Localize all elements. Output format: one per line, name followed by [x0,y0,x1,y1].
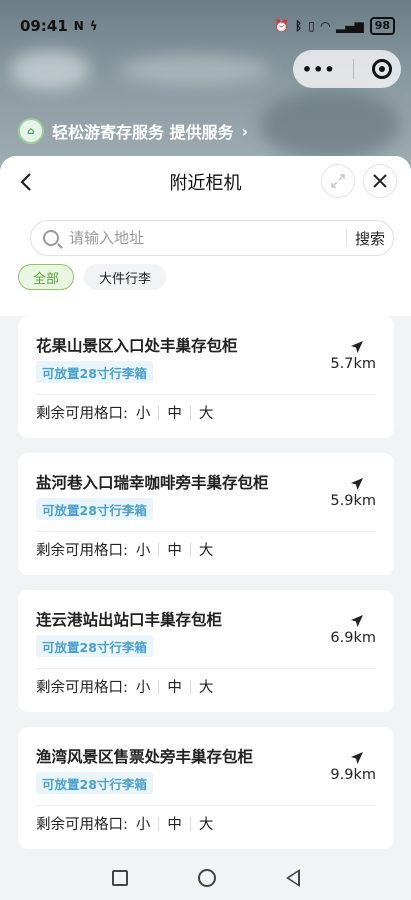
more-icon[interactable]: ••• [302,60,336,79]
miniprogram-capsule: ••• [293,50,401,88]
promo-text: 轻松游寄存服务 提供服务 [52,123,234,142]
exit-miniprogram-icon[interactable] [372,59,393,79]
home-icon[interactable] [197,869,216,887]
slots-label: 剩余可用格口: [36,406,128,422]
service-logo-icon: ⌂ [18,118,44,144]
close-icon [373,174,387,188]
chevron-right-icon: › [241,121,249,141]
filter-large-luggage[interactable]: 大件行李 [84,264,167,290]
signal-icon: ▂▄▆ [336,19,364,33]
divider [36,668,376,669]
slot-small: 小 [135,680,151,696]
search-input[interactable] [69,229,338,247]
navigation-arrow-icon [351,752,363,764]
slot-medium: 中 [167,680,182,696]
capacity-tag: 可放置28寸行李箱 [36,498,153,520]
capacity-tag: 可放置28寸行李箱 [36,361,153,383]
distance: 6.9km [330,630,376,646]
capacity-tag: 可放置28寸行李箱 [36,772,153,794]
slot-large: 大 [198,406,214,422]
back-triangle-icon[interactable] [285,869,300,887]
search-divider [345,229,347,247]
locker-name: 盐河巷入口瑞幸咖啡旁丰巢存包柜 [36,474,269,492]
system-nav-bar [0,856,411,900]
search-icon [43,230,59,246]
available-slots: 剩余可用格口: 小 中 大 [36,813,221,834]
page-title: 附近柜机 [169,173,242,194]
navigation-arrow-icon [351,615,363,627]
status-time: 09:41 [20,17,68,35]
filter-chips: 全部 大件行李 [18,264,167,290]
distance: 5.7km [330,356,376,372]
slots-label: 剩余可用格口: [36,543,128,559]
nearby-lockers-sheet: 附近柜机 搜索 全部 大件行李 花果山景区入口处丰巢存包柜 可放置28寸行李箱 … [0,156,411,856]
filter-all[interactable]: 全部 [18,264,75,290]
vibrate-icon: ▯ [308,19,315,33]
slot-medium: 中 [167,817,182,833]
divider [36,394,376,395]
bluetooth-icon: ᛒ [294,19,303,33]
expand-icon [331,174,345,188]
slot-small: 小 [135,543,151,559]
locker-name: 渔湾风景区售票处旁丰巢存包柜 [36,748,254,766]
locker-card[interactable]: 渔湾风景区售票处旁丰巢存包柜 可放置28寸行李箱 9.9km 剩余可用格口: 小… [18,727,394,849]
alarm-icon: ⏰ [274,19,289,33]
locker-card[interactable]: 盐河巷入口瑞幸咖啡旁丰巢存包柜 可放置28寸行李箱 5.9km 剩余可用格口: … [18,453,394,575]
app-notification-icon: ϟ [89,19,98,33]
slot-small: 小 [135,406,151,422]
slots-label: 剩余可用格口: [36,680,128,696]
nfc-icon: N [73,19,84,33]
close-button[interactable] [363,164,397,198]
slots-label: 剩余可用格口: [36,817,128,833]
divider [36,531,376,532]
back-button[interactable] [12,168,40,196]
wifi-icon: ◠ [320,19,330,33]
capacity-tag: 可放置28寸行李箱 [36,635,153,657]
locker-name: 连云港站出站口丰巢存包柜 [36,611,223,629]
navigation-arrow-icon [351,341,363,353]
search-button[interactable]: 搜索 [355,228,385,249]
divider [36,805,376,806]
expand-button[interactable] [321,164,355,198]
slot-medium: 中 [167,543,182,559]
title-bar: 附近柜机 [0,156,411,208]
recents-icon[interactable] [111,870,128,886]
slot-large: 大 [198,680,214,696]
capsule-divider [353,59,355,79]
chevron-left-icon [20,173,31,191]
available-slots: 剩余可用格口: 小 中 大 [36,402,221,423]
locker-card[interactable]: 花果山景区入口处丰巢存包柜 可放置28寸行李箱 5.7km 剩余可用格口: 小 … [18,316,394,438]
slot-small: 小 [135,817,151,833]
search-bar: 搜索 [30,220,394,256]
navigation-arrow-icon [351,478,363,490]
slot-medium: 中 [167,406,182,422]
service-promo[interactable]: ⌂ 轻松游寄存服务 提供服务 › [18,118,248,144]
slot-large: 大 [198,817,214,833]
available-slots: 剩余可用格口: 小 中 大 [36,539,221,560]
available-slots: 剩余可用格口: 小 中 大 [36,676,221,697]
locker-card[interactable]: 连云港站出站口丰巢存包柜 可放置28寸行李箱 6.9km 剩余可用格口: 小 中… [18,590,394,712]
sheet-header: 附近柜机 搜索 全部 大件行李 [0,156,411,316]
slot-large: 大 [198,543,214,559]
distance: 5.9km [330,493,376,509]
battery-icon: 98 [369,17,395,35]
status-bar: 09:41 N ϟ ⏰ ᛒ ▯ ◠ ▂▄▆ 98 [0,0,411,52]
locker-name: 花果山景区入口处丰巢存包柜 [36,337,238,355]
distance: 9.9km [330,767,376,783]
